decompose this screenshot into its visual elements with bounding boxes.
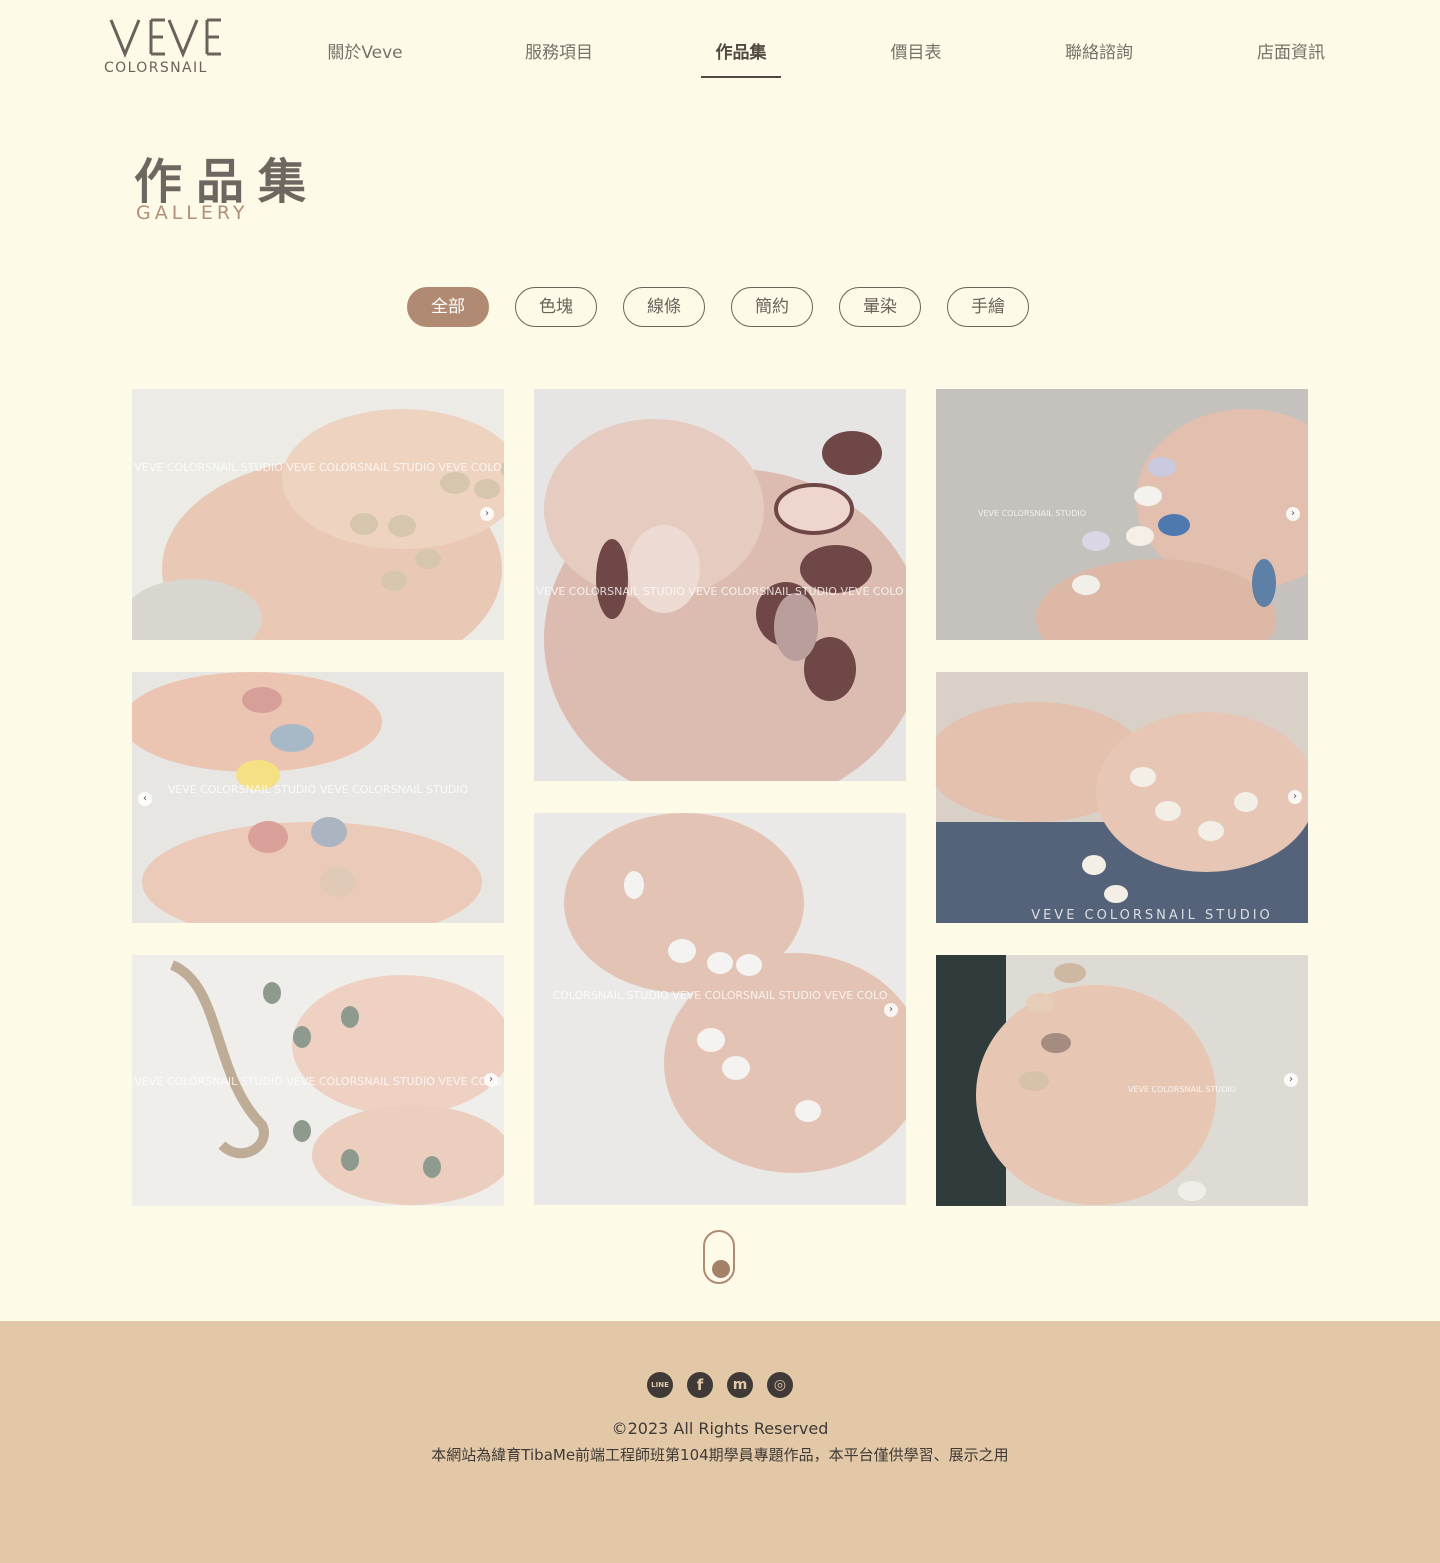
watermark: COLORSNAIL STUDIO VEVE COLORSNAIL STUDIO… (552, 989, 888, 1002)
chevron-right-icon[interactable]: › (884, 1003, 898, 1017)
nav-services[interactable]: 服務項目 (518, 38, 600, 78)
chevron-right-icon[interactable]: › (480, 507, 494, 521)
disclaimer-text: 本網站為緯育TibaMe前端工程師班第104期學員專題作品，本平台僅供學習、展示… (431, 1446, 1009, 1464)
watermark: VEVE COLORSNAIL STUDIO VEVE COLORSNAIL S… (134, 461, 502, 474)
facebook-icon[interactable]: f (687, 1372, 713, 1398)
nail-photo-beige (132, 389, 504, 640)
nav-active-indicator (701, 76, 781, 78)
page-subtitle: GALLERY (136, 202, 249, 224)
filter-gradient[interactable]: 暈染 (839, 287, 921, 327)
site-footer: LINE f m ◎ ©2023 All Rights Reserved 本網站… (0, 1321, 1440, 1563)
filter-minimal[interactable]: 簡約 (731, 287, 813, 327)
scroll-indicator-dot (712, 1260, 730, 1278)
nav-pricing[interactable]: 價目表 (875, 38, 957, 78)
gallery-item[interactable]: VEVE COLORSNAIL STUDIO VEVE COLORSNAIL S… (132, 672, 504, 923)
watermark: VEVE COLORSNAIL STUDIO (1127, 1085, 1237, 1094)
nail-photo-gradient (132, 672, 504, 923)
gallery-item[interactable]: VEVE COLORSNAIL STUDIO VEVE COLORSNAIL S… (534, 389, 906, 781)
chevron-right-icon[interactable]: › (1284, 1073, 1298, 1087)
messenger-icon[interactable]: m (727, 1372, 753, 1398)
gallery-item[interactable]: VEVE COLORSNAIL STUDIO › (936, 672, 1308, 923)
watermark: VEVE COLORSNAIL STUDIO (1031, 908, 1273, 923)
filter-hand-painted[interactable]: 手繪 (947, 287, 1029, 327)
chevron-right-icon[interactable]: › (1286, 507, 1300, 521)
instagram-icon[interactable]: ◎ (767, 1372, 793, 1398)
gallery-item[interactable]: COLORSNAIL STUDIO VEVE COLORSNAIL STUDIO… (534, 813, 906, 1205)
watermark: VEVE COLORSNAIL STUDIO (977, 509, 1087, 518)
chevron-left-icon[interactable]: ‹ (138, 792, 152, 806)
chevron-right-icon[interactable]: › (1288, 790, 1302, 804)
watermark: VEVE COLORSNAIL STUDIO VEVE COLORSNAIL S… (134, 1075, 502, 1088)
site-header: COLORSNAIL 關於Veve 服務項目 作品集 價目表 聯絡諮詢 店面資訊 (0, 0, 1440, 100)
brand-logo[interactable]: COLORSNAIL (104, 16, 228, 80)
filter-lines[interactable]: 線條 (623, 287, 705, 327)
gallery-item[interactable]: VEVE COLORSNAIL STUDIO › (936, 389, 1308, 640)
watermark: VEVE COLORSNAIL STUDIO VEVE COLORSNAIL S… (536, 585, 904, 598)
nail-photo-white (534, 813, 906, 1205)
nav-contact[interactable]: 聯絡諮詢 (1058, 38, 1140, 78)
filter-all[interactable]: 全部 (407, 287, 489, 327)
copyright-text: ©2023 All Rights Reserved (611, 1419, 829, 1438)
filter-color-block[interactable]: 色塊 (515, 287, 597, 327)
logo-subtitle: COLORSNAIL (104, 60, 208, 76)
nav-store-info[interactable]: 店面資訊 (1250, 38, 1332, 78)
gallery-item[interactable]: VEVE COLORSNAIL STUDIO VEVE COLORSNAIL S… (132, 389, 504, 640)
logo-mark-icon (109, 18, 221, 58)
chevron-right-icon[interactable]: › (484, 1073, 498, 1087)
nav-about[interactable]: 關於Veve (322, 38, 408, 78)
nail-photo-rings (936, 672, 1308, 923)
gallery-item[interactable]: VEVE COLORSNAIL STUDIO › (936, 955, 1308, 1206)
watermark: VEVE COLORSNAIL STUDIO VEVE COLORSNAIL S… (167, 783, 469, 796)
line-icon[interactable]: LINE (647, 1372, 673, 1398)
nail-photo-nude (936, 955, 1308, 1206)
scroll-indicator[interactable] (703, 1230, 735, 1284)
nav-gallery[interactable]: 作品集 (701, 38, 781, 78)
gallery-item[interactable]: VEVE COLORSNAIL STUDIO VEVE COLORSNAIL S… (132, 955, 504, 1206)
